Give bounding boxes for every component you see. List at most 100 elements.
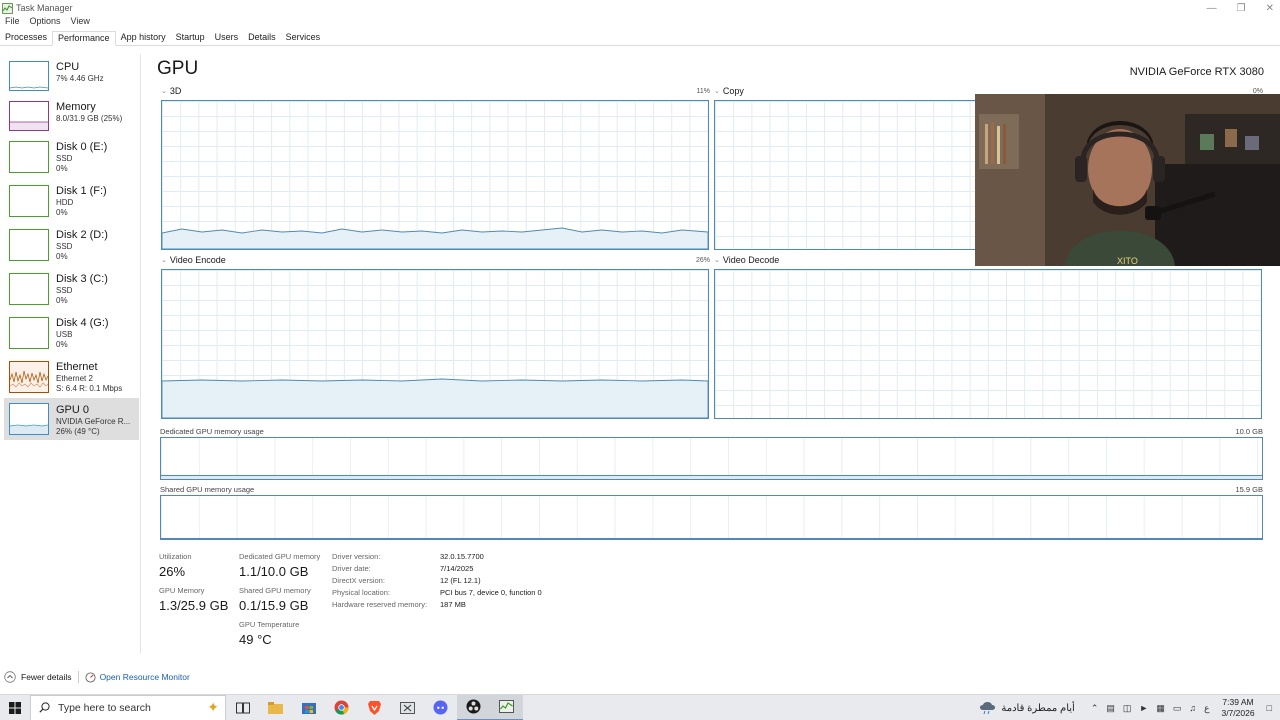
sidebar-item-detail: NVIDIA GeForce R... bbox=[56, 417, 131, 426]
show-hidden-icons-icon[interactable]: ⌃ bbox=[1091, 703, 1099, 714]
close-icon[interactable]: ✕ bbox=[1266, 3, 1274, 14]
directx-version-label: DirectX version: bbox=[332, 576, 385, 585]
sidebar-item-disk2[interactable]: Disk 2 (D:) SSD 0% bbox=[4, 226, 139, 268]
engine-label: Video Decode bbox=[722, 255, 780, 265]
sidebar-item-disk3[interactable]: Disk 3 (C:) SSD 0% bbox=[4, 270, 139, 312]
sidebar-item-cpu[interactable]: CPU 7% 4.46 GHz bbox=[4, 58, 139, 100]
tab-details[interactable]: Details bbox=[243, 31, 281, 46]
footer-bar: Fewer details Open Resource Monitor bbox=[4, 670, 190, 684]
webcam-overlay: XITO bbox=[975, 94, 1280, 266]
sidebar-item-detail: SSD bbox=[56, 242, 73, 251]
disk-thumbnail bbox=[9, 229, 49, 261]
title-bar: Task Manager — ❐ ✕ bbox=[0, 0, 1280, 16]
chevron-down-icon: ⌄ bbox=[714, 257, 720, 264]
sidebar-item-disk0[interactable]: Disk 0 (E:) SSD 0% bbox=[4, 138, 139, 180]
weather-widget[interactable]: أيام ممطرة قادمة bbox=[979, 701, 1075, 715]
sidebar-item-detail: 0% bbox=[56, 252, 68, 261]
sidebar-item-gpu0[interactable]: GPU 0 NVIDIA GeForce R... 26% (49 °C) bbox=[4, 398, 139, 440]
tab-services[interactable]: Services bbox=[281, 31, 326, 46]
sidebar-item-label: Disk 4 (G:) bbox=[56, 317, 109, 329]
engine-selector-3d[interactable]: ⌄ 3D bbox=[161, 86, 181, 96]
gpu-memory-value: 1.3/25.9 GB bbox=[159, 598, 229, 613]
meet-now-icon[interactable]: ▤ bbox=[1106, 703, 1115, 714]
fewer-details-label: Fewer details bbox=[21, 672, 72, 682]
clock-time: 7:39 AM bbox=[1222, 697, 1254, 707]
disk-thumbnail bbox=[9, 317, 49, 349]
menu-view[interactable]: View bbox=[66, 16, 95, 29]
notifications-icon[interactable]: □ bbox=[1267, 703, 1272, 713]
shared-memory-max: 15.9 GB bbox=[1235, 485, 1263, 494]
tab-app-history[interactable]: App history bbox=[116, 31, 171, 46]
file-explorer-icon[interactable] bbox=[259, 695, 292, 720]
sidebar-item-detail: Ethernet 2 bbox=[56, 374, 93, 383]
ethernet-thumbnail bbox=[9, 361, 49, 393]
sidebar-item-label: Disk 3 (C:) bbox=[56, 273, 108, 285]
engine-selector-video-decode[interactable]: ⌄ Video Decode bbox=[714, 255, 779, 265]
brave-icon[interactable] bbox=[358, 695, 391, 720]
window-title: Task Manager bbox=[16, 3, 73, 13]
engine-label: Video Encode bbox=[169, 255, 226, 265]
sidebar-item-label: Disk 1 (F:) bbox=[56, 185, 107, 197]
physical-location-label: Physical location: bbox=[332, 588, 390, 597]
engine-max-percent: 26% bbox=[695, 257, 710, 264]
sidebar-item-label: Memory bbox=[56, 101, 96, 113]
cpu-thumbnail bbox=[9, 61, 49, 91]
microsoft-store-icon[interactable] bbox=[292, 695, 325, 720]
engine-label: 3D bbox=[169, 86, 182, 96]
tab-users[interactable]: Users bbox=[210, 31, 244, 46]
dedicated-memory-fill bbox=[161, 475, 1262, 479]
sidebar-item-memory[interactable]: Memory 8.0/31.9 GB (25%) bbox=[4, 98, 139, 140]
minimize-icon[interactable]: — bbox=[1207, 3, 1217, 14]
sidebar-item-detail: 8.0/31.9 GB (25%) bbox=[56, 114, 123, 123]
chevron-down-icon: ⌄ bbox=[161, 88, 167, 95]
engine-selector-copy[interactable]: ⌄ Copy bbox=[714, 86, 744, 96]
sidebar-item-detail: 0% bbox=[56, 296, 68, 305]
display-icon[interactable]: ▭ bbox=[1173, 703, 1182, 714]
open-resource-monitor-link[interactable]: Open Resource Monitor bbox=[85, 671, 190, 683]
sidebar-item-detail: 7% 4.46 GHz bbox=[56, 74, 104, 83]
dedicated-memory-graph bbox=[160, 437, 1263, 480]
start-button[interactable] bbox=[0, 695, 30, 720]
task-view-icon[interactable] bbox=[226, 695, 259, 720]
menu-options[interactable]: Options bbox=[25, 16, 66, 29]
page-title: GPU bbox=[157, 58, 199, 79]
hardware-reserved-label: Hardware reserved memory: bbox=[332, 600, 428, 609]
restore-icon[interactable]: ❐ bbox=[1237, 3, 1246, 14]
dedicated-memory-label: Dedicated GPU memory usage bbox=[160, 427, 264, 436]
sidebar-item-disk1[interactable]: Disk 1 (F:) HDD 0% bbox=[4, 182, 139, 224]
task-manager-taskbar-icon[interactable] bbox=[490, 694, 523, 720]
microphone-icon[interactable]: ► bbox=[1139, 703, 1148, 713]
spreadsheet-app-icon[interactable] bbox=[391, 695, 424, 720]
chrome-icon[interactable] bbox=[325, 695, 358, 720]
sidebar-item-disk4[interactable]: Disk 4 (G:) USB 0% bbox=[4, 314, 139, 356]
sidebar-item-detail: USB bbox=[56, 330, 73, 339]
usb-device-icon[interactable]: ◫ bbox=[1123, 703, 1132, 714]
taskbar-clock[interactable]: 7:39 AM 3/7/2026 bbox=[1221, 697, 1254, 719]
task-manager-window: Task Manager — ❐ ✕ File Options View Pro… bbox=[0, 0, 1280, 720]
sidebar-item-ethernet[interactable]: Ethernet Ethernet 2 S: 6.4 R: 0.1 Mbps bbox=[4, 358, 139, 400]
engine-selector-video-encode[interactable]: ⌄ Video Encode bbox=[161, 255, 226, 265]
taskbar-search-box[interactable]: Type here to search ✦ bbox=[30, 694, 226, 720]
resource-monitor-label: Open Resource Monitor bbox=[99, 672, 190, 682]
sidebar-item-detail: 0% bbox=[56, 340, 68, 349]
volume-icon[interactable]: ♫ bbox=[1189, 703, 1196, 713]
obs-icon[interactable] bbox=[457, 694, 490, 720]
sidebar-item-detail: SSD bbox=[56, 286, 73, 295]
shared-memory-graph bbox=[160, 495, 1263, 540]
input-language-indicator[interactable]: ع bbox=[1204, 703, 1209, 714]
hardware-reserved-value: 187 MB bbox=[440, 600, 466, 609]
menu-file[interactable]: File bbox=[0, 16, 25, 29]
sidebar-item-label: CPU bbox=[56, 61, 80, 73]
fewer-details-button[interactable]: Fewer details bbox=[4, 671, 72, 683]
discord-icon[interactable] bbox=[424, 695, 457, 720]
gpu-temperature-label: GPU Temperature bbox=[239, 620, 300, 629]
tab-performance[interactable]: Performance bbox=[52, 31, 116, 46]
driver-date-value: 7/14/2025 bbox=[440, 564, 474, 573]
network-icon[interactable]: ▦ bbox=[1156, 703, 1165, 714]
memory-thumbnail bbox=[9, 101, 49, 131]
directx-version-value: 12 (FL 12.1) bbox=[440, 576, 481, 585]
graph-video-decode bbox=[714, 269, 1262, 419]
gpu-memory-label: GPU Memory bbox=[159, 586, 205, 595]
tab-processes[interactable]: Processes bbox=[0, 31, 52, 46]
tab-startup[interactable]: Startup bbox=[171, 31, 210, 46]
